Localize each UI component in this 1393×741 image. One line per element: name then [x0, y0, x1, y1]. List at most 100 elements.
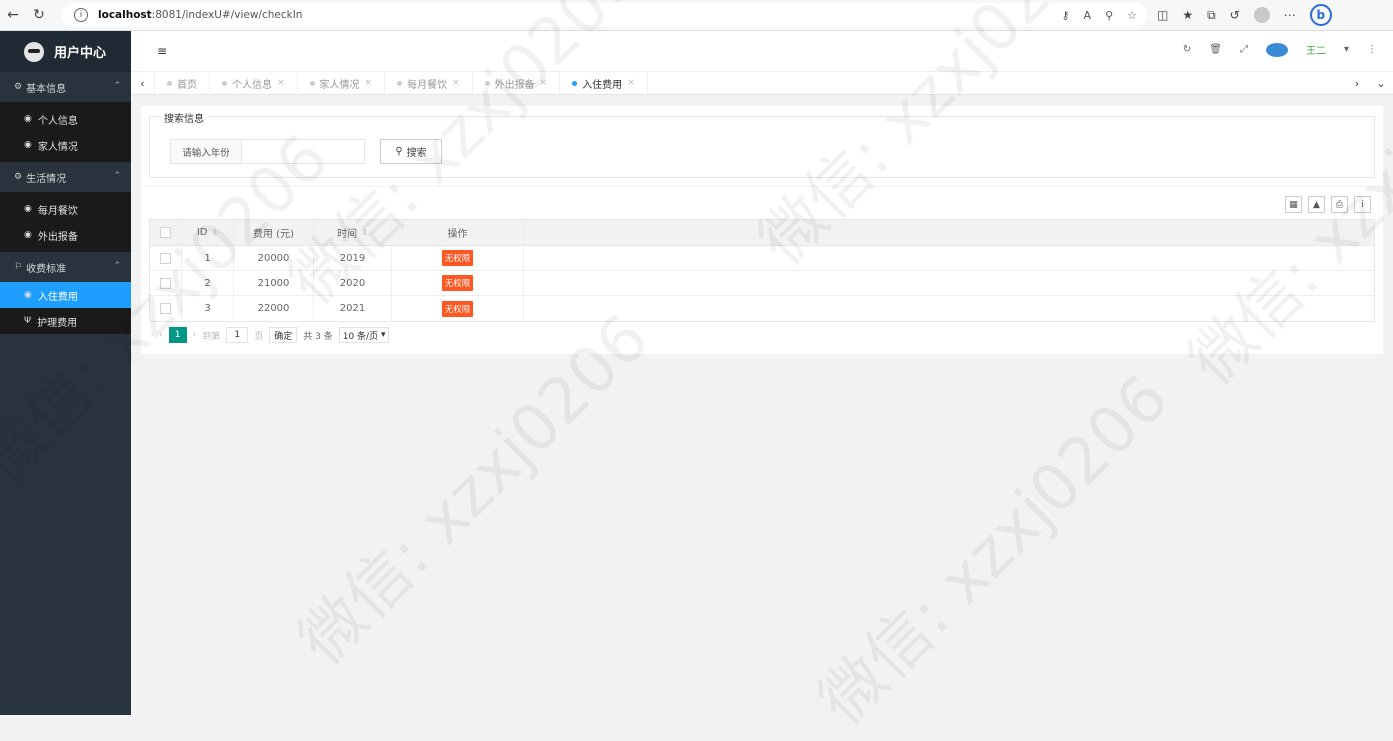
export-icon[interactable]: ▲	[1308, 196, 1325, 213]
close-icon[interactable]: ×	[277, 78, 285, 88]
tab-outing[interactable]: 外出报备 ×	[473, 71, 561, 95]
year-input[interactable]	[241, 139, 365, 164]
gears-icon: ⚙	[14, 172, 23, 182]
sidebar-group-label: 收费标准	[26, 263, 67, 275]
sidebar-item-care-fee[interactable]: Ψ 护理费用	[0, 308, 131, 334]
row-checkbox[interactable]	[160, 303, 171, 314]
close-icon[interactable]: ×	[452, 78, 460, 88]
collections-icon[interactable]: ⧉	[1207, 8, 1216, 23]
current-page[interactable]: 1	[168, 327, 187, 343]
trash-icon[interactable]: 🗑	[1209, 44, 1222, 55]
table-panel: ▦ ▲ ⎙ i ID ⇕ 费用 (元) 时间 ⇕ 操作 1 20000 2019 无…	[141, 187, 1383, 354]
sidebar-item-outing[interactable]: ◉ 外出报备	[0, 222, 131, 248]
tree-icon: Ψ	[24, 316, 32, 326]
zoom-icon[interactable]: ⚲	[1105, 9, 1113, 22]
sort-icon[interactable]: ⇕	[361, 228, 368, 237]
address-bar[interactable]: i localhost:8081/indexU#/view/checkIn ⚷ …	[62, 3, 1147, 27]
tab-meals[interactable]: 每月餐饮 ×	[385, 71, 473, 95]
tab-scroll-right-icon[interactable]: ›	[1345, 72, 1369, 95]
print-icon[interactable]: ⎙	[1331, 196, 1348, 213]
search-legend: 搜索信息	[160, 110, 208, 125]
page-size-select[interactable]: 10 条/页 ▾	[338, 327, 390, 343]
sort-icon[interactable]: ⇕	[211, 228, 218, 237]
favorites-icon[interactable]: ★	[1182, 8, 1193, 22]
tab-menu-chevron-icon[interactable]: ⌄	[1369, 72, 1393, 95]
tab-dot	[309, 80, 315, 86]
tab-label: 家人情况	[319, 79, 360, 91]
prev-page-icon[interactable]: ‹	[159, 330, 163, 340]
read-aloud-icon[interactable]: A	[1084, 9, 1092, 22]
no-permission-badge[interactable]: 无权限	[441, 275, 474, 291]
tab-bar: ‹ 首页 个人信息 × 家人情况 × 每月餐饮 × 外出报备 × 入住费用 × …	[131, 71, 1393, 95]
sidebar-group-basic-info[interactable]: ⚙ 基本信息 ⌃	[0, 72, 131, 102]
goto-confirm-button[interactable]: 确定	[269, 327, 298, 343]
user-name[interactable]: 王二	[1306, 42, 1326, 57]
sidebar-item-checkin-fee[interactable]: ◉ 入住费用	[0, 282, 131, 308]
col-action: 操作	[392, 220, 524, 245]
sidebar-group-fees[interactable]: ⚐ 收费标准 ⌃	[0, 252, 131, 282]
columns-icon[interactable]: ▦	[1285, 196, 1302, 213]
tab-home[interactable]: 首页	[155, 71, 210, 95]
sidebar-item-family[interactable]: ◉ 家人情况	[0, 132, 131, 158]
tab-label: 首页	[177, 79, 197, 91]
close-icon[interactable]: ×	[627, 78, 635, 88]
sidebar-item-label: 个人信息	[37, 115, 78, 127]
row-checkbox[interactable]	[160, 277, 171, 289]
tab-label: 入住费用	[582, 79, 623, 91]
tab-checkin-fee[interactable]: 入住费用 ×	[560, 71, 648, 95]
chevron-up-icon: ⌃	[113, 261, 121, 271]
tab-family[interactable]: 家人情况 ×	[298, 71, 386, 95]
sidebar-item-personal-info[interactable]: ◉ 个人信息	[0, 106, 131, 132]
tab-scroll-left-icon[interactable]: ‹	[131, 71, 155, 95]
no-permission-badge[interactable]: 无权限	[441, 250, 474, 266]
col-action-label: 操作	[447, 229, 468, 240]
cell-action: 无权限	[392, 246, 524, 270]
fullscreen-icon[interactable]: ⤢	[1240, 44, 1248, 55]
profile-avatar[interactable]	[1253, 7, 1270, 23]
history-icon[interactable]: ↺	[1230, 8, 1240, 22]
sidebar-title: 用户中心	[54, 46, 107, 61]
col-year-label: 时间	[337, 229, 358, 240]
sidebar-item-label: 入住费用	[37, 291, 78, 303]
back-icon[interactable]: ←	[0, 2, 26, 28]
chevron-up-icon: ⌃	[113, 81, 121, 91]
select-all-checkbox[interactable]	[160, 227, 171, 238]
search-button[interactable]: ⚲ 搜索	[380, 139, 442, 164]
search-panel: 搜索信息 请输入年份 ⚲ 搜索	[141, 106, 1383, 186]
cell-id: 1	[182, 246, 234, 270]
split-screen-icon[interactable]: ◫	[1157, 8, 1168, 22]
user-avatar[interactable]	[1265, 42, 1288, 57]
row-checkbox[interactable]	[160, 252, 171, 264]
key-icon[interactable]: ⚷	[1061, 9, 1069, 22]
col-id[interactable]: ID ⇕	[182, 220, 234, 245]
close-icon[interactable]: ×	[540, 78, 548, 88]
no-permission-badge[interactable]: 无权限	[441, 300, 474, 317]
site-info-icon[interactable]: i	[74, 8, 88, 22]
year-input-label: 请输入年份	[170, 139, 242, 164]
favorite-add-icon[interactable]: ☆	[1127, 9, 1137, 22]
tab-label: 外出报备	[494, 79, 535, 91]
goto-page-input[interactable]: 1	[226, 327, 249, 343]
row-checkbox-cell	[150, 296, 182, 321]
close-icon[interactable]: ×	[365, 78, 373, 88]
dashboard-icon: ◉	[24, 140, 32, 150]
sidebar-group-life[interactable]: ⚙ 生活情况 ⌃	[0, 162, 131, 192]
tab-personal-info[interactable]: 个人信息 ×	[210, 71, 298, 95]
refresh-icon[interactable]: ↻	[26, 2, 52, 28]
chevron-down-icon[interactable]: ▾	[1344, 44, 1349, 55]
col-fee: 费用 (元)	[234, 220, 314, 245]
menu-toggle-icon[interactable]: ≡	[157, 44, 167, 58]
more-icon[interactable]: ⋯	[1284, 8, 1296, 22]
more-vertical-icon[interactable]: ⋮	[1367, 44, 1377, 55]
sidebar-item-meals[interactable]: ◉ 每月餐饮	[0, 196, 131, 222]
refresh-icon[interactable]: ↻	[1183, 44, 1191, 55]
col-year[interactable]: 时间 ⇕	[314, 220, 392, 245]
url-host: localhost	[98, 9, 152, 21]
cell-year: 2019	[314, 246, 392, 270]
row-checkbox-cell	[150, 246, 182, 270]
bing-icon[interactable]: b	[1309, 4, 1332, 26]
col-fee-label: 费用 (元)	[253, 229, 294, 240]
info-icon[interactable]: i	[1354, 196, 1371, 213]
next-page-icon[interactable]: ›	[193, 330, 197, 340]
search-fieldset: 搜索信息 请输入年份 ⚲ 搜索	[149, 110, 1375, 178]
